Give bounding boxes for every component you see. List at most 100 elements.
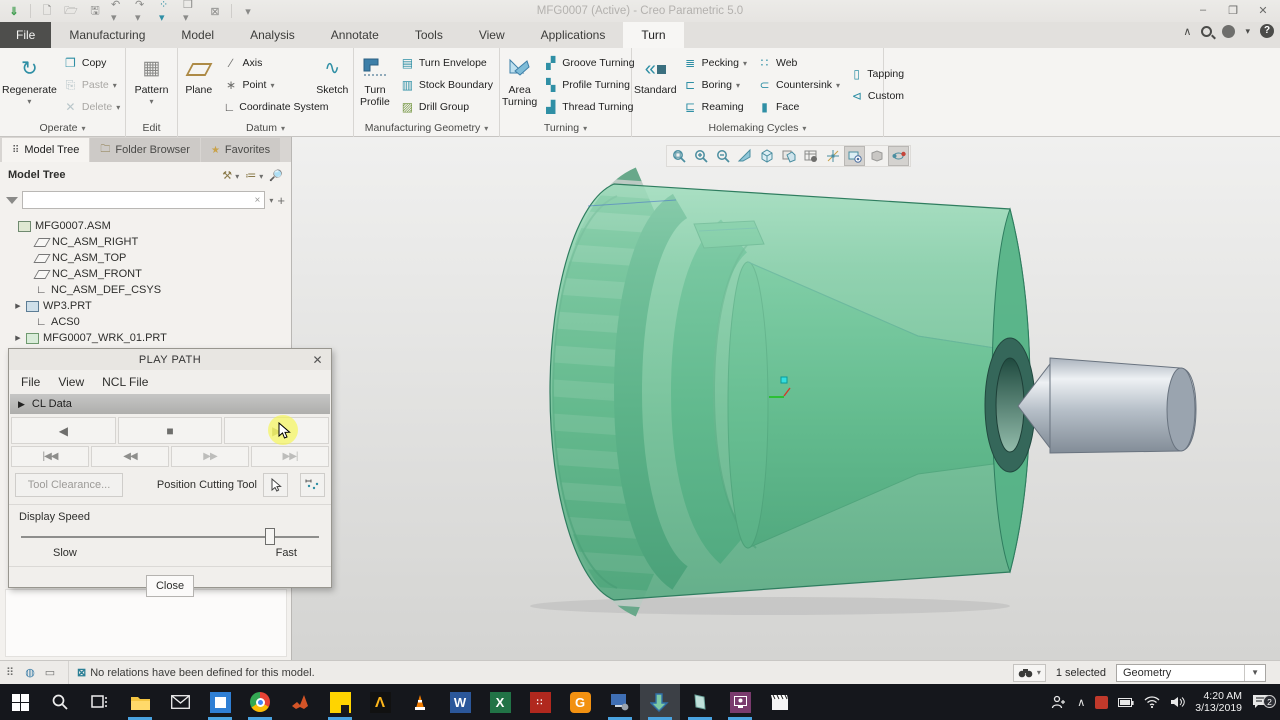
datum-display-icon[interactable] — [822, 146, 843, 166]
menu-file[interactable]: File — [21, 375, 40, 389]
custom-button[interactable]: ⊲ Custom — [846, 86, 908, 106]
pecking-button[interactable]: ≣ Pecking ▾ — [679, 53, 751, 73]
standard-button[interactable]: « Standard — [634, 50, 677, 120]
tab-annotate[interactable]: Annotate — [313, 22, 397, 48]
movie-maker-icon[interactable] — [760, 684, 800, 720]
zoom-in-icon[interactable] — [690, 146, 711, 166]
point-button[interactable]: ∗ Point ▾ — [220, 75, 312, 95]
creo-view-icon[interactable] — [680, 684, 720, 720]
clear-filter-icon[interactable]: × — [255, 195, 261, 206]
search-icon[interactable] — [1201, 25, 1217, 39]
task-view-icon[interactable] — [80, 684, 120, 720]
group-label-edit[interactable]: Edit — [126, 120, 177, 136]
tree-item-mfg0007-asm[interactable]: MFG0007.ASM — [6, 218, 291, 234]
graphics-area[interactable] — [292, 137, 1280, 660]
tab-model[interactable]: Model — [163, 22, 232, 48]
creo-parametric-icon[interactable] — [640, 684, 680, 720]
cl-data-section-header[interactable]: ▶ CL Data — [10, 394, 330, 414]
people-tray-icon[interactable] — [1051, 695, 1067, 709]
profile-turning-button[interactable]: ▚ Profile Turning — [539, 75, 638, 95]
remote-desktop-icon[interactable] — [600, 684, 640, 720]
display-speed-slider[interactable] — [21, 527, 319, 547]
tab-favorites[interactable]: ★ Favorites — [200, 138, 281, 162]
save-icon[interactable]: 🖫 — [87, 4, 103, 19]
volume-icon[interactable] — [1170, 696, 1186, 708]
show-model-icon[interactable] — [866, 146, 887, 166]
tapping-button[interactable]: ▯ Tapping — [846, 64, 908, 84]
expand-icon[interactable]: ▶ — [14, 334, 22, 342]
creo-home-icon[interactable]: ⇓ — [6, 4, 22, 19]
tool-position-snap-button[interactable] — [300, 473, 325, 497]
notes-icon[interactable] — [320, 684, 360, 720]
tree-item-nc-asm-def-csys[interactable]: ∟ NC_ASM_DEF_CSYS — [6, 282, 291, 298]
zoom-out-icon[interactable] — [712, 146, 733, 166]
tab-folder-browser[interactable]: 🗀 Folder Browser — [90, 138, 200, 162]
countersink-button[interactable]: ⊂ Countersink ▾ — [753, 75, 844, 95]
tree-settings-icon[interactable]: ≔ ▾ — [245, 169, 263, 182]
sketch-button[interactable]: ∿ Sketch — [314, 50, 352, 120]
tree-item-nc-asm-right[interactable]: NC_ASM_RIGHT — [6, 234, 291, 250]
tab-view[interactable]: View — [461, 22, 523, 48]
menu-view[interactable]: View — [58, 375, 84, 389]
display-style-icon[interactable] — [756, 146, 777, 166]
dialog-title-bar[interactable]: PLAY PATH ✕ — [9, 349, 331, 370]
copy-button[interactable]: ❐ Copy — [59, 53, 124, 73]
expand-icon[interactable]: ▶ — [14, 302, 22, 310]
fast-forward-button[interactable]: ▶▶ — [171, 446, 249, 467]
taskbar-search-icon[interactable] — [40, 684, 80, 720]
dialog-close-icon[interactable]: ✕ — [312, 349, 323, 370]
menu-ncl-file[interactable]: NCL File — [102, 375, 148, 389]
fullscreen-icon[interactable]: ▭ — [40, 666, 60, 679]
tool-clearance-button[interactable]: Tool Clearance... — [15, 473, 123, 497]
face-button[interactable]: ▮ Face — [753, 97, 844, 117]
view-manager-icon[interactable] — [800, 146, 821, 166]
pattern-button[interactable]: ▦ Pattern ▾ — [129, 50, 175, 120]
tab-model-tree[interactable]: ⠿ Model Tree — [2, 138, 90, 162]
notification-center-icon[interactable]: 2 — [1252, 694, 1276, 710]
group-label-operate[interactable]: Operate ▾ — [0, 120, 125, 136]
groove-turning-button[interactable]: ▞ Groove Turning — [539, 53, 638, 73]
tree-item-mfg0007-wrk-01-prt[interactable]: ▶ MFG0007_WRK_01.PRT — [6, 330, 291, 346]
open-file-icon[interactable]: 🗁 — [63, 4, 79, 19]
collapse-ribbon-icon[interactable]: ∧ — [1183, 25, 1191, 38]
skip-to-end-button[interactable]: ▶▶| — [251, 446, 329, 467]
browser-icon[interactable]: ◍ — [20, 666, 40, 679]
regenerate-qat-icon[interactable]: ⁘ ▾ — [159, 0, 175, 24]
close-dialog-button[interactable]: Close — [146, 575, 194, 597]
redo-icon[interactable]: ↷ ▾ — [135, 0, 151, 24]
filter-dropdown-icon[interactable]: ▾ — [269, 196, 273, 205]
tray-app-icon[interactable] — [1095, 695, 1109, 709]
add-filter-icon[interactable]: + — [277, 193, 285, 208]
download-manager-icon[interactable]: G — [560, 684, 600, 720]
file-explorer-icon[interactable] — [120, 684, 160, 720]
annotation-display-icon[interactable] — [844, 146, 865, 166]
mail-icon[interactable] — [160, 684, 200, 720]
taskbar-clock[interactable]: 4:20 AM 3/13/2019 — [1195, 690, 1242, 714]
tab-analysis[interactable]: Analysis — [232, 22, 313, 48]
tab-applications[interactable]: Applications — [523, 22, 624, 48]
thread-turning-button[interactable]: ▟ Thread Turning — [539, 97, 638, 117]
refit-icon[interactable] — [668, 146, 689, 166]
collapse-arrow-icon[interactable]: ▶ — [18, 399, 25, 410]
delete-button[interactable]: ✕ Delete ▾ — [59, 97, 124, 117]
play-backward-button[interactable]: ◀ — [11, 417, 116, 444]
wifi-icon[interactable] — [1144, 696, 1160, 708]
new-file-icon[interactable]: 🗋 — [39, 4, 55, 19]
play-forward-button[interactable]: ▶ — [224, 417, 330, 444]
plane-button[interactable]: Plane — [180, 50, 218, 120]
reaming-button[interactable]: ⊑ Reaming — [679, 97, 751, 117]
hidden-icons-chevron[interactable]: ∧ — [1077, 696, 1085, 709]
rewind-button[interactable]: ◀◀ — [91, 446, 169, 467]
stock-boundary-button[interactable]: ▥ Stock Boundary — [396, 75, 497, 95]
battery-icon[interactable] — [1118, 697, 1134, 708]
regenerate-button[interactable]: ↻ Regenerate ▾ — [2, 50, 57, 120]
boring-button[interactable]: ⊏ Boring ▾ — [679, 75, 751, 95]
start-button[interactable] — [0, 684, 40, 720]
close-button[interactable]: ✕ — [1248, 0, 1278, 20]
selection-filter-dropdown[interactable]: Geometry ▼ — [1116, 663, 1266, 682]
close-window-icon[interactable]: ⊠ — [207, 4, 223, 19]
chrome-icon[interactable] — [240, 684, 280, 720]
tree-item-nc-asm-front[interactable]: NC_ASM_FRONT — [6, 266, 291, 282]
group-label-holemaking-cycles[interactable]: Holemaking Cycles ▾ — [632, 120, 883, 136]
minimize-button[interactable]: – — [1188, 0, 1218, 20]
